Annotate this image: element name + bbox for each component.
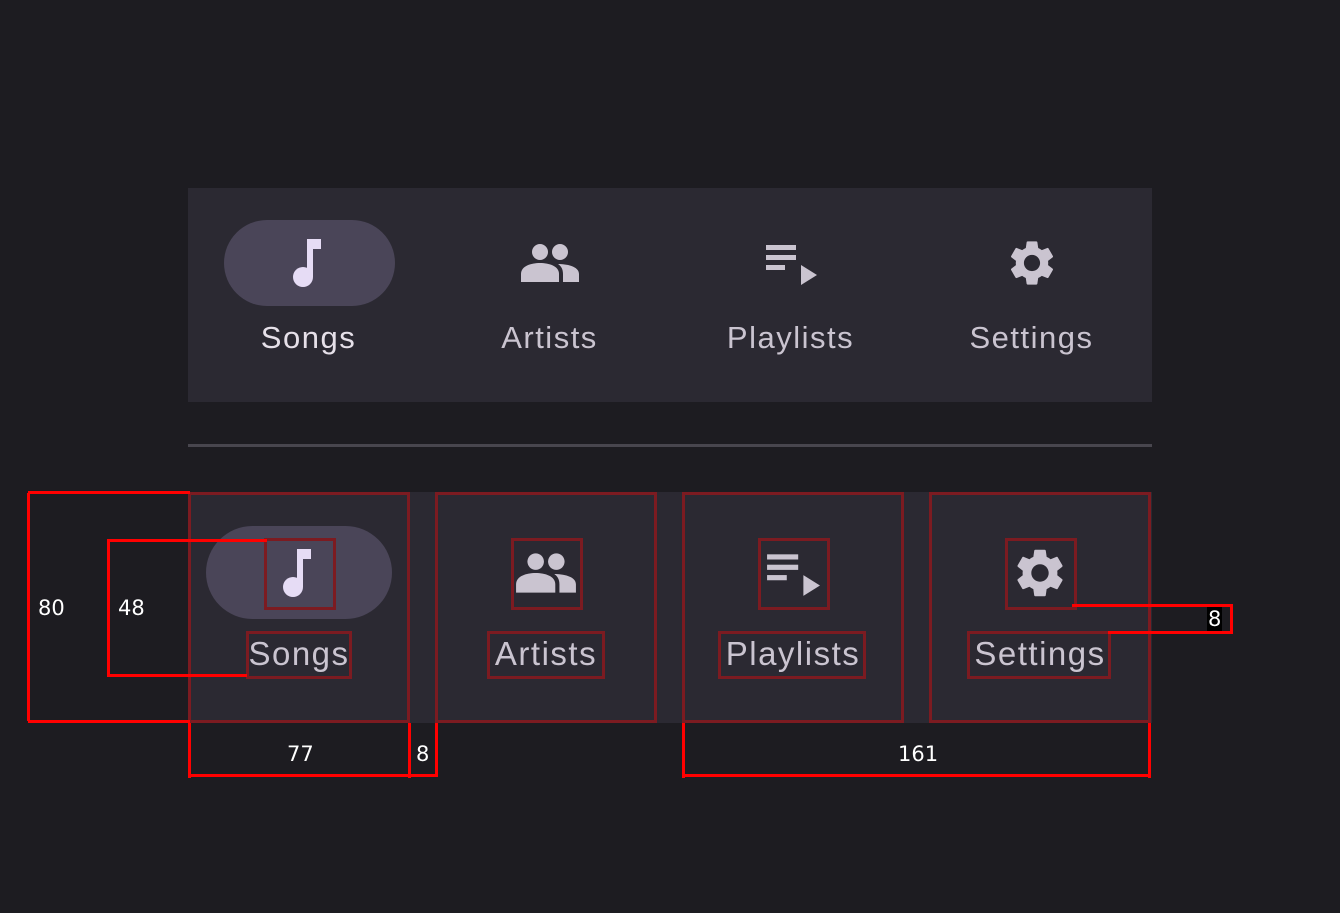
measure-line — [107, 539, 267, 542]
navigation-bar-preview: Songs Artists Playlists Settings — [188, 188, 1152, 402]
measure-line — [28, 491, 190, 494]
content-height-label: 48 — [118, 596, 145, 620]
nav-item-label: Songs — [248, 635, 350, 672]
measure-line — [1148, 723, 1151, 778]
measure-line — [1230, 604, 1233, 634]
playlist-play-icon — [759, 540, 827, 606]
nav-item-label: Settings — [974, 635, 1106, 672]
nav-item-label: Artists — [501, 320, 598, 355]
nav-item-label: Artists — [494, 635, 598, 672]
nav-item-settings[interactable]: Settings — [911, 188, 1152, 402]
nav-item-songs[interactable]: Songs — [188, 188, 429, 402]
item-width-label: 77 — [287, 742, 314, 766]
measure-line — [435, 723, 438, 777]
nav-item-label: Playlists — [725, 635, 861, 672]
people-icon — [518, 231, 582, 295]
measure-line — [107, 541, 110, 675]
measure-line — [682, 723, 685, 778]
gear-icon — [1000, 231, 1064, 295]
music-note-icon — [265, 540, 333, 606]
music-note-icon — [277, 231, 341, 295]
gear-icon — [1006, 540, 1074, 606]
measure-line — [1108, 631, 1232, 634]
measure-line — [190, 774, 410, 777]
nav-item-label: Songs — [260, 320, 357, 355]
nav-item-songs[interactable]: Songs — [188, 492, 410, 723]
navigation-bar-spec: Songs Artists Playlists Settings — [188, 492, 1152, 723]
nav-item-playlists[interactable]: Playlists — [682, 492, 904, 723]
nav-item-artists[interactable]: Artists — [435, 492, 657, 723]
measure-line — [408, 723, 411, 778]
nav-item-label: Settings — [969, 320, 1094, 355]
measure-line — [28, 720, 190, 723]
bar-height-label: 80 — [38, 596, 65, 620]
people-icon — [512, 540, 580, 606]
nav-item-playlists[interactable]: Playlists — [670, 188, 911, 402]
measure-line — [27, 493, 30, 721]
measure-line — [107, 674, 247, 677]
pair-width-label: 161 — [898, 742, 939, 766]
item-gap-label: 8 — [416, 742, 430, 766]
nav-item-label: Playlists — [726, 320, 855, 355]
measure-line — [410, 774, 438, 777]
divider — [188, 444, 1152, 447]
measure-line — [188, 723, 191, 778]
nav-item-artists[interactable]: Artists — [429, 188, 670, 402]
playlist-play-icon — [759, 231, 823, 295]
icon-label-gap-label: 8 — [1207, 607, 1223, 631]
nav-item-settings[interactable]: Settings — [929, 492, 1151, 723]
measure-line — [684, 774, 1150, 777]
